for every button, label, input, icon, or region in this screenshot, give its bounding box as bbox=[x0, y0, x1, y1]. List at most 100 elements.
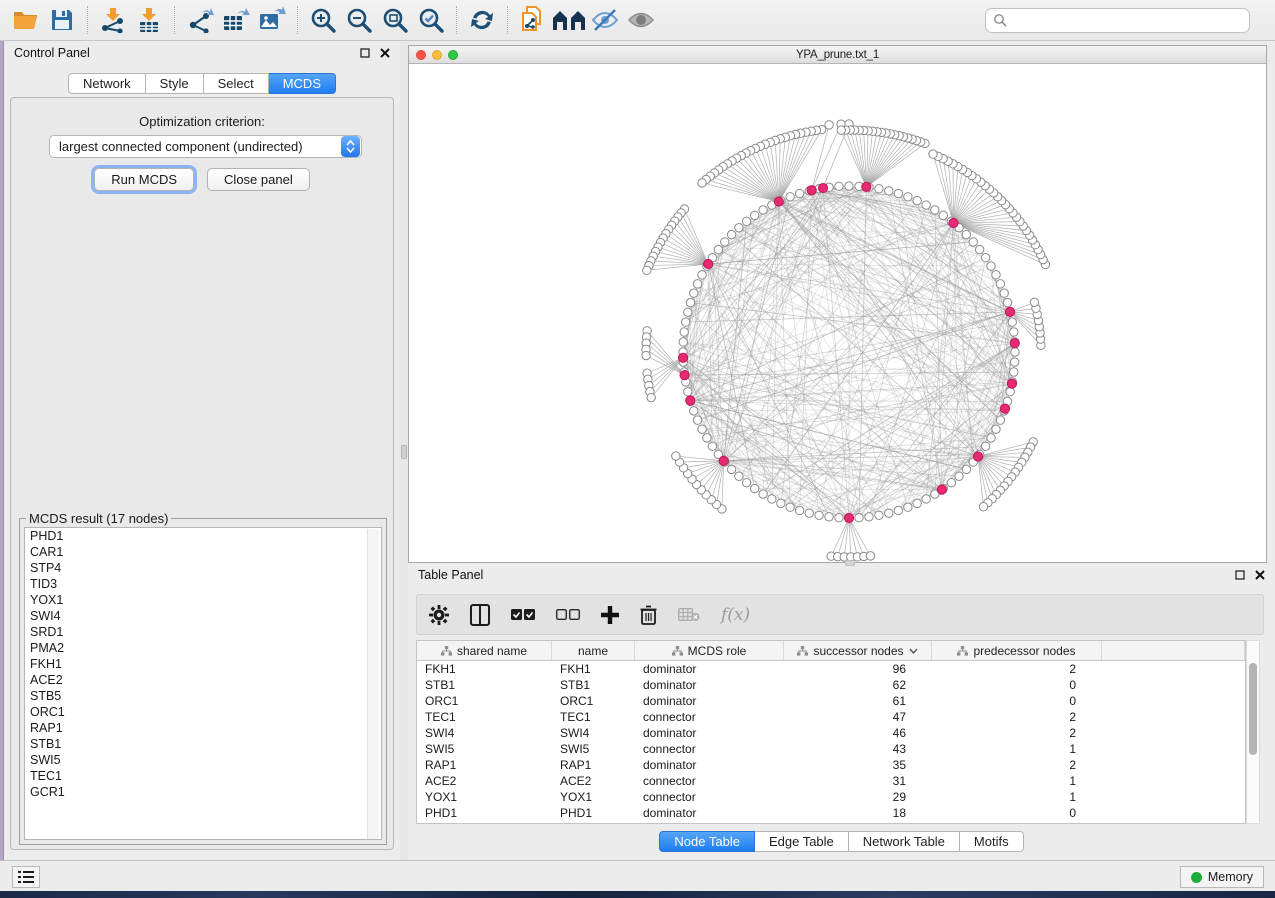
network-hub-node[interactable] bbox=[1010, 339, 1019, 348]
table-cell-mcds-role[interactable]: dominator bbox=[635, 677, 784, 693]
table-row[interactable]: RAP1RAP1dominator352 bbox=[417, 757, 1245, 773]
network-node[interactable] bbox=[721, 238, 729, 246]
table-cell-predecessor-nodes[interactable]: 0 bbox=[932, 693, 1102, 709]
table-cell-name[interactable]: TEC1 bbox=[552, 709, 635, 725]
network-node[interactable] bbox=[835, 182, 843, 190]
network-node[interactable] bbox=[922, 201, 930, 209]
export-table-button[interactable] bbox=[218, 4, 254, 36]
close-table-panel-icon[interactable] bbox=[1254, 570, 1265, 581]
network-canvas[interactable] bbox=[409, 64, 1266, 562]
delete-table-icon[interactable] bbox=[678, 607, 700, 622]
column-header-mcds-role[interactable]: MCDS role bbox=[635, 641, 784, 660]
zoom-out-button[interactable] bbox=[341, 4, 377, 36]
network-node[interactable] bbox=[735, 224, 743, 232]
apply-layout-button[interactable] bbox=[464, 4, 500, 36]
mcds-result-list[interactable]: PHD1CAR1STP4TID3YOX1SWI4SRD1PMA2FKH1ACE2… bbox=[24, 527, 382, 840]
network-node[interactable] bbox=[947, 478, 955, 486]
network-node[interactable] bbox=[815, 511, 823, 519]
network-node[interactable] bbox=[981, 442, 989, 450]
tab-edge-table[interactable]: Edge Table bbox=[755, 831, 849, 852]
first-neighbors-button[interactable] bbox=[551, 4, 587, 36]
network-node[interactable] bbox=[981, 254, 989, 262]
network-node[interactable] bbox=[987, 434, 995, 442]
mcds-result-item[interactable]: PHD1 bbox=[25, 528, 381, 544]
network-hub-node[interactable] bbox=[937, 485, 946, 494]
table-row[interactable]: FKH1FKH1dominator962 bbox=[417, 661, 1245, 677]
network-node[interactable] bbox=[698, 425, 706, 433]
network-hub-node[interactable] bbox=[1007, 379, 1016, 388]
table-cell-predecessor-nodes[interactable]: 2 bbox=[932, 709, 1102, 725]
network-node[interactable] bbox=[962, 465, 970, 473]
table-cell-shared-name[interactable]: PHD1 bbox=[417, 805, 552, 821]
network-node[interactable] bbox=[684, 308, 692, 316]
table-cell-successor-nodes[interactable]: 47 bbox=[784, 709, 932, 725]
network-node[interactable] bbox=[875, 185, 883, 193]
network-hub-node[interactable] bbox=[844, 513, 853, 522]
mcds-result-item[interactable]: STB1 bbox=[25, 736, 381, 752]
tab-network[interactable]: Network bbox=[68, 73, 146, 94]
table-row[interactable]: SWI4SWI4dominator462 bbox=[417, 725, 1245, 741]
network-node[interactable] bbox=[759, 206, 767, 214]
horizontal-splitter-grip[interactable] bbox=[845, 560, 855, 566]
open-file-button[interactable] bbox=[8, 4, 44, 36]
network-view-titlebar[interactable]: YPA_prune.txt_1 bbox=[409, 46, 1266, 64]
network-node[interactable] bbox=[643, 266, 651, 274]
mcds-result-item[interactable]: FKH1 bbox=[25, 656, 381, 672]
tab-select[interactable]: Select bbox=[204, 73, 269, 94]
save-session-button[interactable] bbox=[44, 4, 80, 36]
network-node[interactable] bbox=[1003, 298, 1011, 306]
network-node[interactable] bbox=[825, 121, 833, 129]
network-node[interactable] bbox=[1010, 328, 1018, 336]
table-cell-shared-name[interactable]: FKH1 bbox=[417, 661, 552, 677]
network-node[interactable] bbox=[894, 506, 902, 514]
table-cell-predecessor-nodes[interactable]: 1 bbox=[932, 789, 1102, 805]
network-node[interactable] bbox=[693, 416, 701, 424]
network-node[interactable] bbox=[698, 271, 706, 279]
network-node[interactable] bbox=[795, 189, 803, 197]
network-node[interactable] bbox=[1011, 348, 1019, 356]
table-cell-successor-nodes[interactable]: 61 bbox=[784, 693, 932, 709]
mcds-result-item[interactable]: TEC1 bbox=[25, 768, 381, 784]
network-hub-node[interactable] bbox=[719, 456, 728, 465]
network-node[interactable] bbox=[929, 150, 937, 158]
mcds-list-scrollbar[interactable] bbox=[367, 529, 379, 840]
network-node[interactable] bbox=[742, 478, 750, 486]
table-cell-mcds-role[interactable]: connector bbox=[635, 773, 784, 789]
table-cell-name[interactable]: ORC1 bbox=[552, 693, 635, 709]
add-column-icon[interactable] bbox=[601, 606, 619, 624]
network-node[interactable] bbox=[727, 230, 735, 238]
table-cell-shared-name[interactable]: RAP1 bbox=[417, 757, 552, 773]
network-node[interactable] bbox=[922, 495, 930, 503]
tab-network-table[interactable]: Network Table bbox=[849, 831, 960, 852]
network-hub-node[interactable] bbox=[704, 259, 713, 268]
table-cell-shared-name[interactable]: STB1 bbox=[417, 677, 552, 693]
show-all-button[interactable] bbox=[623, 4, 659, 36]
network-node[interactable] bbox=[955, 472, 963, 480]
vertical-splitter[interactable] bbox=[400, 41, 408, 860]
table-cell-shared-name[interactable]: ACE2 bbox=[417, 773, 552, 789]
table-cell-shared-name[interactable]: SWI5 bbox=[417, 741, 552, 757]
import-table-button[interactable] bbox=[131, 4, 167, 36]
network-node[interactable] bbox=[992, 425, 1000, 433]
table-row[interactable]: TEC1TEC1connector472 bbox=[417, 709, 1245, 725]
run-mcds-button[interactable]: Run MCDS bbox=[94, 168, 194, 191]
float-table-panel-icon[interactable] bbox=[1234, 570, 1245, 581]
table-cell-successor-nodes[interactable]: 18 bbox=[784, 805, 932, 821]
network-node[interactable] bbox=[1000, 289, 1008, 297]
export-image-button[interactable] bbox=[254, 4, 290, 36]
table-cell-shared-name[interactable]: SWI4 bbox=[417, 725, 552, 741]
table-cell-successor-nodes[interactable]: 46 bbox=[784, 725, 932, 741]
table-cell-shared-name[interactable]: YOX1 bbox=[417, 789, 552, 805]
network-node[interactable] bbox=[735, 472, 743, 480]
table-cell-predecessor-nodes[interactable]: 0 bbox=[932, 805, 1102, 821]
network-node[interactable] bbox=[642, 351, 650, 359]
table-cell-successor-nodes[interactable]: 29 bbox=[784, 789, 932, 805]
table-cell-mcds-role[interactable]: dominator bbox=[635, 805, 784, 821]
network-node[interactable] bbox=[885, 187, 893, 195]
network-node[interactable] bbox=[992, 271, 1000, 279]
table-cell-name[interactable]: ACE2 bbox=[552, 773, 635, 789]
network-hub-node[interactable] bbox=[949, 218, 958, 227]
memory-button[interactable]: Memory bbox=[1180, 866, 1264, 888]
table-cell-successor-nodes[interactable]: 96 bbox=[784, 661, 932, 677]
network-node[interactable] bbox=[714, 245, 722, 253]
